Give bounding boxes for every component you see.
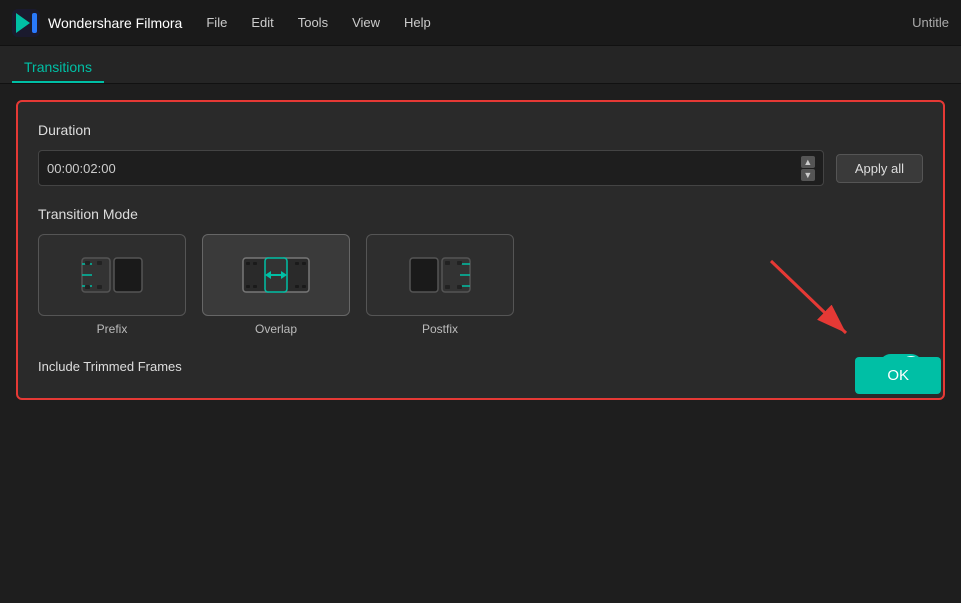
mode-prefix-icon-box bbox=[38, 234, 186, 316]
app-name: Wondershare Filmora bbox=[48, 15, 182, 31]
trimmed-row: Include Trimmed Frames bbox=[38, 354, 923, 378]
tabs-row: Transitions bbox=[0, 46, 961, 84]
duration-value: 00:00:02:00 bbox=[47, 161, 116, 176]
duration-spinner[interactable]: ▲ ▼ bbox=[801, 156, 815, 181]
spinner-up[interactable]: ▲ bbox=[801, 156, 815, 168]
menu-file[interactable]: File bbox=[206, 15, 227, 30]
ok-button[interactable]: OK bbox=[855, 357, 941, 394]
menu-edit[interactable]: Edit bbox=[251, 15, 273, 30]
prefix-transition-svg bbox=[77, 250, 147, 300]
menu-help[interactable]: Help bbox=[404, 15, 431, 30]
mode-options: Prefix bbox=[38, 234, 923, 336]
mode-postfix[interactable]: Postfix bbox=[366, 234, 514, 336]
include-trimmed-label: Include Trimmed Frames bbox=[38, 359, 182, 374]
mode-prefix[interactable]: Prefix bbox=[38, 234, 186, 336]
duration-row: 00:00:02:00 ▲ ▼ Apply all bbox=[38, 150, 923, 186]
mode-overlap[interactable]: Overlap bbox=[202, 234, 350, 336]
transition-mode-label: Transition Mode bbox=[38, 206, 923, 222]
tab-transitions[interactable]: Transitions bbox=[12, 53, 104, 83]
app-logo: Wondershare Filmora bbox=[12, 9, 182, 37]
transition-mode-section: Transition Mode bbox=[38, 206, 923, 336]
overlap-transition-svg bbox=[241, 250, 311, 300]
duration-input-wrap[interactable]: 00:00:02:00 ▲ ▼ bbox=[38, 150, 824, 186]
mode-overlap-label: Overlap bbox=[255, 322, 297, 336]
window-title: Untitle bbox=[912, 15, 949, 30]
duration-label: Duration bbox=[38, 122, 923, 138]
menu-view[interactable]: View bbox=[352, 15, 380, 30]
menu-tools[interactable]: Tools bbox=[298, 15, 328, 30]
menu-bar: Wondershare Filmora File Edit Tools View… bbox=[0, 0, 961, 46]
main-content: Duration 00:00:02:00 ▲ ▼ Apply all Trans… bbox=[0, 84, 961, 416]
postfix-transition-svg bbox=[405, 250, 475, 300]
mode-overlap-icon-box bbox=[202, 234, 350, 316]
spinner-down[interactable]: ▼ bbox=[801, 169, 815, 181]
settings-panel: Duration 00:00:02:00 ▲ ▼ Apply all Trans… bbox=[16, 100, 945, 400]
mode-prefix-label: Prefix bbox=[97, 322, 128, 336]
mode-postfix-icon-box bbox=[366, 234, 514, 316]
mode-postfix-label: Postfix bbox=[422, 322, 458, 336]
apply-all-button[interactable]: Apply all bbox=[836, 154, 923, 183]
app-logo-icon bbox=[12, 9, 40, 37]
